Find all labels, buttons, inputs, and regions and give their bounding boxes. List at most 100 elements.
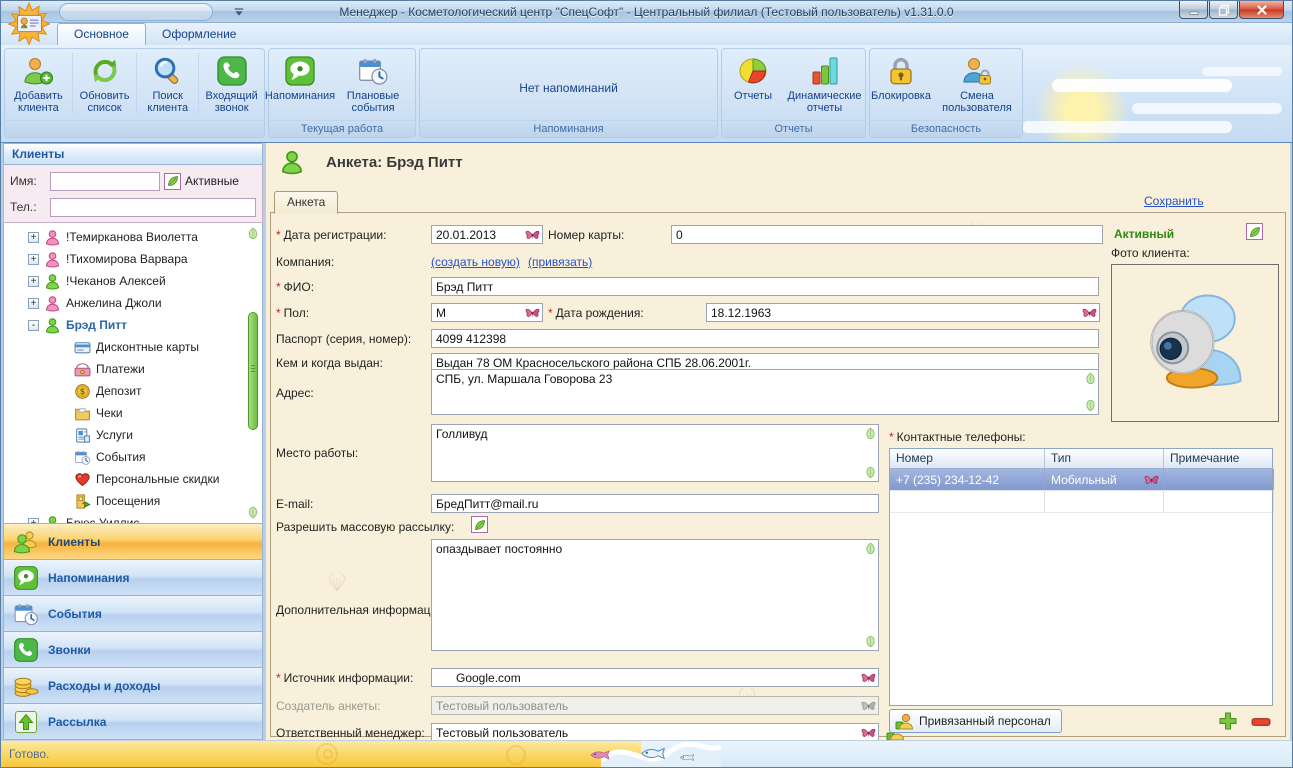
card-number-input[interactable] [671, 225, 1103, 244]
tree-item[interactable]: Персональные скидки [6, 468, 262, 490]
add-phone-button[interactable] [1218, 711, 1238, 731]
sidebar-nav-item[interactable]: Клиенты [3, 524, 263, 560]
remove-phone-button[interactable] [1251, 717, 1271, 727]
chevron-down-icon[interactable] [233, 6, 245, 18]
qat-icon[interactable] [69, 5, 83, 19]
restore-button[interactable] [1209, 1, 1238, 19]
close-button[interactable] [1239, 1, 1284, 19]
sidebar-nav-item[interactable]: Напоминания [3, 560, 263, 596]
phone-row[interactable]: +7 (235) 234-12-42 Мобильный [890, 469, 1272, 491]
ribbon-button[interactable]: Плановые события [331, 53, 415, 114]
birth-date-input[interactable] [706, 303, 1100, 322]
fio-input[interactable] [431, 277, 1099, 296]
tree-item[interactable]: + !Чеканов Алексей [6, 270, 262, 292]
tree-expander[interactable]: + [28, 518, 39, 525]
tab-osnovnoe[interactable]: Основное [57, 23, 146, 45]
column-header-type[interactable]: Тип [1045, 449, 1164, 468]
ribbon-button[interactable]: Смена пользователя [932, 53, 1022, 114]
birth-date-field [706, 303, 1100, 322]
ribbon-button[interactable]: Входящий звонок [199, 53, 264, 114]
scrollbar-track[interactable] [248, 242, 258, 504]
butterfly-icon[interactable] [525, 228, 540, 241]
tree-item[interactable]: Чеки [6, 402, 262, 424]
attach-company-link[interactable]: (привязать) [528, 255, 592, 269]
active-status-checkbox[interactable] [1246, 223, 1263, 240]
ribbon-button[interactable]: Динамические отчеты [784, 53, 865, 114]
tab-oformlenie[interactable]: Оформление [146, 24, 252, 45]
qat-icon[interactable] [169, 5, 183, 19]
tree-item[interactable]: Посещения [6, 490, 262, 512]
phone-filter-input[interactable] [50, 198, 256, 217]
manager-input[interactable] [431, 723, 879, 740]
scroll-down-icon[interactable] [865, 466, 876, 479]
fio-label: *ФИО: [276, 280, 314, 294]
scroll-up-icon[interactable] [865, 542, 876, 555]
tree-item[interactable]: + !Темирканова Виолетта [6, 226, 262, 248]
butterfly-icon[interactable] [861, 671, 876, 684]
ribbon-button[interactable]: Поиск клиента [137, 53, 199, 114]
scroll-up-icon[interactable] [865, 427, 876, 440]
scroll-down-icon[interactable] [247, 506, 259, 519]
app-logo-icon[interactable] [7, 2, 51, 46]
passport-input[interactable] [431, 329, 1099, 348]
scroll-up-icon[interactable] [247, 227, 259, 240]
scroll-up-icon[interactable] [1085, 372, 1096, 385]
tree-expander[interactable]: + [28, 254, 39, 265]
sidebar-nav-item[interactable]: Расходы и доходы [3, 668, 263, 704]
tree-expander[interactable]: + [28, 276, 39, 287]
tree-item[interactable]: Платежи [6, 358, 262, 380]
ribbon-button[interactable]: Напоминания [269, 53, 331, 102]
ribbon-button[interactable]: Блокировка [870, 53, 932, 102]
column-header-note[interactable]: Примечание [1164, 449, 1274, 468]
butterfly-icon[interactable] [525, 306, 540, 319]
minimize-button[interactable] [1179, 1, 1208, 19]
ribbon-button[interactable]: Обновить список [73, 53, 137, 114]
tree-item[interactable]: - Брэд Питт [6, 314, 262, 336]
scroll-down-icon[interactable] [865, 635, 876, 648]
email-input[interactable] [431, 494, 879, 513]
ribbon-button[interactable]: Добавить клиента [5, 53, 73, 114]
butterfly-icon[interactable] [1082, 306, 1097, 319]
qat-icon[interactable] [129, 5, 143, 19]
info-source-input[interactable] [431, 668, 879, 687]
qat-icon[interactable] [189, 5, 203, 19]
scrollbar-thumb[interactable] [248, 312, 258, 430]
tree-expander[interactable]: + [28, 232, 39, 243]
tree-scrollbar[interactable] [246, 227, 260, 519]
tree-item[interactable]: + !Тихомирова Варвара [6, 248, 262, 270]
mass-mailing-checkbox[interactable] [471, 516, 488, 533]
sidebar-nav-item[interactable]: События [3, 596, 263, 632]
butterfly-icon[interactable] [861, 726, 876, 739]
ribbon-button[interactable]: Отчеты [722, 53, 784, 102]
butterfly-icon[interactable] [1144, 473, 1159, 486]
save-link[interactable]: Сохранить [1144, 194, 1204, 208]
name-filter-label: Имя: [10, 174, 46, 188]
address-label: Адрес: [276, 386, 314, 400]
tree-item[interactable]: + Брюс Уиллис [6, 512, 262, 524]
tab-anketa[interactable]: Анкета [274, 191, 338, 214]
column-header-number[interactable]: Номер [890, 449, 1045, 468]
create-company-link[interactable]: (создать новую) [431, 255, 520, 269]
qat-icon[interactable] [149, 5, 163, 19]
sidebar-nav-item[interactable]: Звонки [3, 632, 263, 668]
tree-item[interactable]: Дисконтные карты [6, 336, 262, 358]
tree-item[interactable]: Услуги [6, 424, 262, 446]
sidebar-nav-item[interactable]: Рассылка [3, 704, 263, 740]
linked-staff-button[interactable]: Привязанный персонал [889, 709, 1062, 733]
client-photo-box[interactable] [1111, 264, 1279, 422]
name-filter-input[interactable] [50, 172, 160, 191]
additional-info-textarea[interactable]: опаздывает постоянно [431, 539, 879, 651]
chat-icon [13, 565, 39, 591]
tree-expander[interactable]: + [28, 298, 39, 309]
qat-icon[interactable] [89, 5, 103, 19]
tree-expander[interactable]: - [28, 320, 39, 331]
address-textarea[interactable]: СПБ, ул. Маршала Говорова 23 [431, 369, 1099, 415]
tree-item[interactable]: $ Депозит [6, 380, 262, 402]
workplace-textarea[interactable]: Голливуд [431, 424, 879, 482]
phone-row[interactable] [890, 491, 1272, 513]
qat-icon[interactable] [109, 5, 123, 19]
tree-item[interactable]: + Анжелина Джоли [6, 292, 262, 314]
active-filter-checkbox[interactable] [164, 173, 181, 190]
tree-item[interactable]: События [6, 446, 262, 468]
scroll-down-icon[interactable] [1085, 399, 1096, 412]
